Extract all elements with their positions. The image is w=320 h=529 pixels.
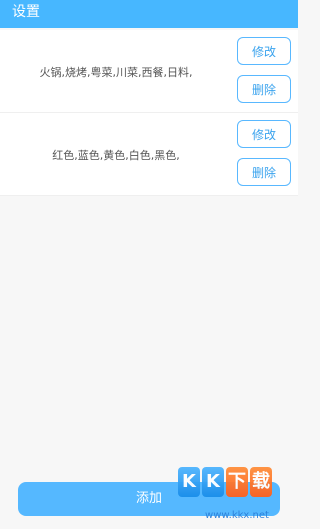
page-title: 设置	[12, 4, 40, 20]
delete-button[interactable]: 删除	[237, 158, 291, 186]
list-item: 火锅,烧烤,粤菜,川菜,西餐,日料, 修改 删除	[0, 30, 298, 113]
delete-button[interactable]: 删除	[237, 75, 291, 103]
edit-button[interactable]: 修改	[237, 37, 291, 65]
add-button[interactable]: 添加	[18, 482, 280, 516]
item-text: 红色,蓝色,黄色,白色,黑色,	[52, 149, 180, 162]
settings-list: 火锅,烧烤,粤菜,川菜,西餐,日料, 修改 删除 红色,蓝色,黄色,白色,黑色,…	[0, 30, 298, 196]
list-item: 红色,蓝色,黄色,白色,黑色, 修改 删除	[0, 113, 298, 196]
edit-button[interactable]: 修改	[237, 120, 291, 148]
settings-screen: 设置 火锅,烧烤,粤菜,川菜,西餐,日料, 修改 删除 红色,蓝色,黄色,白色,…	[0, 0, 298, 529]
item-text: 火锅,烧烤,粤菜,川菜,西餐,日料,	[39, 66, 193, 79]
top-bar: 设置	[0, 0, 298, 28]
